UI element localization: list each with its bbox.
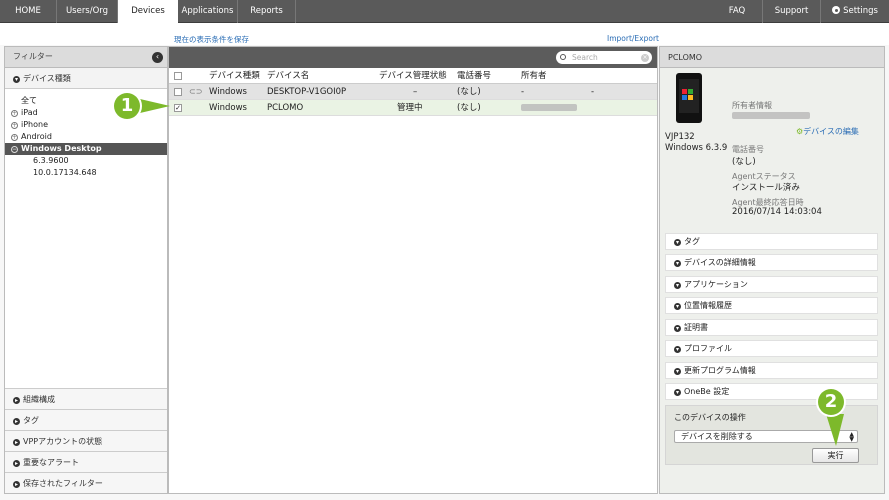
callout-2: 2 xyxy=(818,389,844,415)
callout-arrows xyxy=(140,99,844,446)
callout-arrow-1 xyxy=(140,99,170,113)
callout-arrow-2 xyxy=(826,414,844,446)
callout-1: 1 xyxy=(114,93,140,119)
